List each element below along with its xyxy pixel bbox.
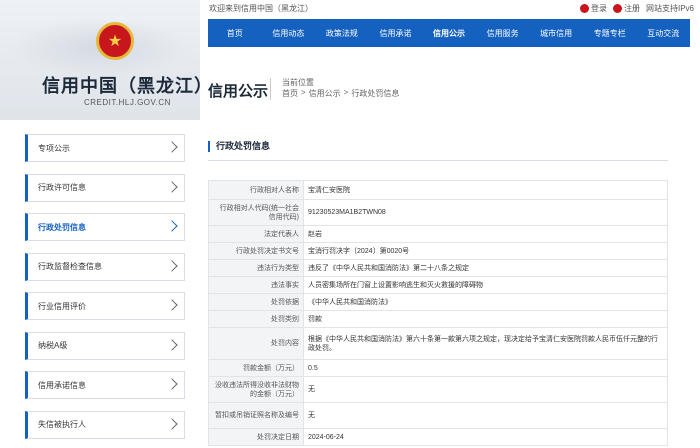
table-row: 处罚类别 罚款 xyxy=(208,310,668,328)
sidebar-item-commitment[interactable]: 信用承诺信息 xyxy=(25,371,185,399)
sidebar-item-industry-rating[interactable]: 行业信用评价 xyxy=(25,292,185,320)
row-label: 没收违法所得没收非法财物的金额（万元） xyxy=(208,376,304,403)
register-icon xyxy=(612,4,622,13)
table-row: 没收违法所得没收非法财物的金额（万元）无 xyxy=(208,376,668,403)
table-row: 法定代表人 赵岩 xyxy=(208,225,668,243)
row-label: 行政处罚决定书文号 xyxy=(208,242,304,260)
row-value: 赵岩 xyxy=(303,225,668,243)
row-value: 人员密集场所在门窗上设置影响逃生和灭火救援的障碍物 xyxy=(303,276,668,294)
register-label: 注册 xyxy=(623,4,640,13)
chevron-right-icon xyxy=(166,259,178,272)
main-nav: 首页 信用动态 政策法规 信用承诺 信用公示 信用服务 城市信用 专题专栏 互动… xyxy=(208,19,690,47)
breadcrumb-separator: > xyxy=(343,88,349,97)
sidebar-item-label: 行政许可信息 xyxy=(38,183,86,192)
table-row: 罚款金额（万元） 0.5 xyxy=(208,359,668,377)
chevron-right-icon xyxy=(166,417,178,430)
row-value: 《中华人民共和国消防法》 xyxy=(303,293,668,311)
row-label: 行政相对人代码(统一社会信用代码) xyxy=(208,199,304,226)
table-row: 处罚内容 根据《中华人民共和国消防法》第六十条第一款第六项之规定，现决定给予宝清仁… xyxy=(208,327,668,360)
chevron-right-icon xyxy=(166,299,178,311)
nav-item-news[interactable]: 信用动态 xyxy=(262,28,316,39)
sidebar-item-label: 专项公示 xyxy=(38,143,70,153)
row-value: 2024-06-24 xyxy=(303,428,668,446)
sidebar-item-label: 行政处罚信息 xyxy=(38,222,86,232)
row-label: 法定代表人 xyxy=(208,225,304,243)
welcome-text: 欢迎来到信用中国（黑龙江） xyxy=(209,4,313,13)
login-label: 登录 xyxy=(590,4,607,13)
sidebar-item-dishonest[interactable]: 失信被执行人 xyxy=(25,410,185,439)
sidebar-item-label: 信用承诺信息 xyxy=(38,380,86,390)
table-row: 行政处罚决定书文号 宝消行罚决字〔2024〕第0020号 xyxy=(208,242,668,260)
sidebar-item-label: 行政监督检查信息 xyxy=(38,262,102,271)
sidebar-item-label: 纳税A级 xyxy=(38,341,68,350)
nav-item-interaction[interactable]: 互动交流 xyxy=(637,28,691,39)
breadcrumb-separator: > xyxy=(301,88,306,97)
sidebar-item-penalty[interactable]: 行政处罚信息 xyxy=(25,213,185,241)
sidebar-item-license[interactable]: 行政许可信息 xyxy=(25,173,185,202)
table-row: 行政相对人代码(统一社会信用代码) 91230523MA1B2TWN08 xyxy=(208,199,668,226)
row-label: 行政相对人名称 xyxy=(208,180,304,200)
content-divider xyxy=(208,160,668,161)
row-value: 宝清仁安医院 xyxy=(303,180,668,200)
register-link[interactable]: 注册 xyxy=(612,3,640,14)
row-value: 0.5 xyxy=(303,359,668,377)
breadcrumb-label: 当前位置 xyxy=(282,78,314,87)
row-value: 无 xyxy=(303,402,668,429)
row-label: 罚款金额（万元） xyxy=(208,359,304,377)
nav-item-commitment[interactable]: 信用承诺 xyxy=(369,28,423,39)
site-domain: CREDIT.HLJ.GOV.CN xyxy=(84,98,171,107)
nav-item-policy[interactable]: 政策法规 xyxy=(315,28,369,39)
row-value: 罚款 xyxy=(303,310,668,328)
row-value: 根据《中华人民共和国消防法》第六十条第一款第六项之规定，现决定给予宝清仁安医院罚… xyxy=(303,327,668,360)
row-value: 无 xyxy=(303,376,668,403)
chevron-right-icon xyxy=(166,180,178,193)
title-divider xyxy=(270,78,271,100)
sidebar-item-label: 行业信用评价 xyxy=(38,301,86,311)
table-row: 违法事实 人员密集场所在门窗上设置影响逃生和灭火救援的障碍物 xyxy=(208,276,668,294)
sidebar: 专项公示 行政许可信息 行政处罚信息 行政监督检查信息 行业信用评价 纳税A级 … xyxy=(25,134,185,448)
nav-item-service[interactable]: 信用服务 xyxy=(476,28,530,39)
table-row: 暂扣或吊销证照名称及编号无 xyxy=(208,402,668,429)
sidebar-item-tax-a[interactable]: 纳税A级 xyxy=(25,331,185,360)
sidebar-item-special[interactable]: 专项公示 xyxy=(25,134,185,162)
content-title: 行政处罚信息 xyxy=(208,141,270,152)
row-value: 91230523MA1B2TWN08 xyxy=(303,199,668,226)
nav-item-publicity[interactable]: 信用公示 xyxy=(422,28,476,39)
row-label: 处罚决定日期 xyxy=(208,428,304,446)
row-label: 处罚内容 xyxy=(208,327,304,360)
nav-item-home[interactable]: 首页 xyxy=(208,28,262,39)
breadcrumb-publicity[interactable]: 信用公示 xyxy=(309,88,341,99)
ipv6-text: 网站支持IPv6 xyxy=(645,4,694,13)
sidebar-item-inspection[interactable]: 行政监督检查信息 xyxy=(25,252,185,281)
site-header: ★ 信用中国（黑龙江） CREDIT.HLJ.GOV.CN 欢迎来到信用中国（黑… xyxy=(0,0,700,120)
national-emblem-icon: ★ xyxy=(96,22,134,60)
sidebar-item-label: 失信被执行人 xyxy=(38,420,86,429)
chevron-right-icon xyxy=(166,378,178,390)
row-label: 处罚类别 xyxy=(208,310,304,328)
breadcrumb-home[interactable]: 首页 xyxy=(282,88,298,99)
table-row: 行政相对人名称 宝清仁安医院 xyxy=(208,180,668,200)
nav-item-topics[interactable]: 专题专栏 xyxy=(583,28,637,39)
row-label: 暂扣或吊销证照名称及编号 xyxy=(208,402,304,429)
login-link[interactable]: 登录 xyxy=(579,3,607,14)
nav-item-city[interactable]: 城市信用 xyxy=(529,28,583,39)
row-label: 违法事实 xyxy=(208,276,304,294)
penalty-info-table: 行政相对人名称 宝清仁安医院 行政相对人代码(统一社会信用代码) 91230523M… xyxy=(208,180,668,446)
chevron-right-icon xyxy=(166,338,178,351)
login-icon xyxy=(579,4,589,13)
row-label: 违法行为类型 xyxy=(208,259,304,277)
chevron-right-icon xyxy=(166,141,178,153)
row-label: 处罚依据 xyxy=(208,293,304,311)
breadcrumb-current: 行政处罚信息 xyxy=(351,89,400,98)
row-value: 违反了《中华人民共和国消防法》第二十八条之规定 xyxy=(303,259,668,277)
table-row: 处罚依据 《中华人民共和国消防法》 xyxy=(208,293,668,311)
breadcrumb: 首页 > 信用公示 > 行政处罚信息 xyxy=(282,88,399,99)
row-value: 宝消行罚决字〔2024〕第0020号 xyxy=(303,242,668,260)
chevron-right-icon xyxy=(166,220,178,232)
top-links: 登录 注册 网站支持IPv6 xyxy=(579,3,694,14)
section-title: 信用公示 xyxy=(208,83,269,100)
table-row: 违法行为类型 违反了《中华人民共和国消防法》第二十八条之规定 xyxy=(208,259,668,277)
site-title[interactable]: 信用中国（黑龙江） xyxy=(42,72,213,98)
table-row: 处罚决定日期 2024-06-24 xyxy=(208,428,668,446)
